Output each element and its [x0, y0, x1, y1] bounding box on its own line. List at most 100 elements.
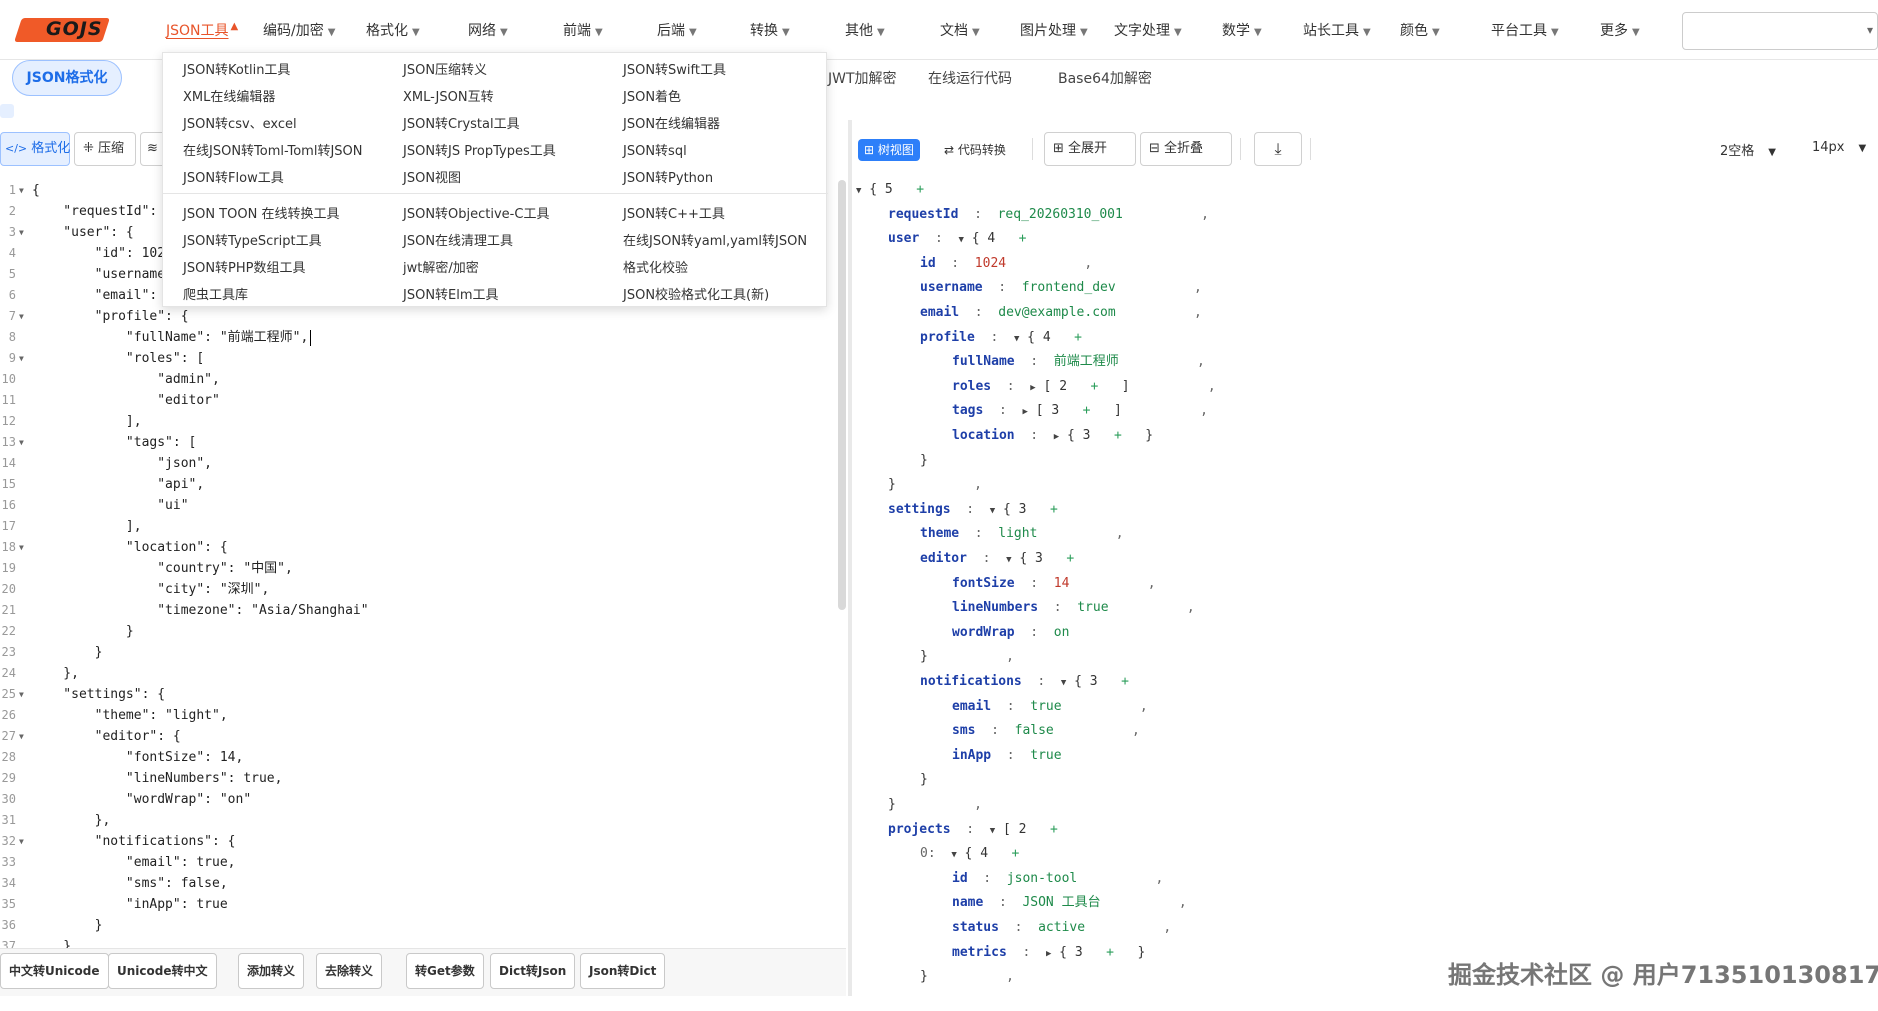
- dropdown-item[interactable]: 爬虫工具库: [183, 284, 248, 303]
- bottom-action-button[interactable]: Json转Dict: [580, 953, 666, 989]
- plus-icon[interactable]: +: [1091, 428, 1122, 443]
- dropdown-item[interactable]: jwt解密/加密: [403, 257, 479, 276]
- bottom-action-button[interactable]: 去除转义: [316, 953, 383, 989]
- nav-item[interactable]: 数学 ▼: [1222, 20, 1262, 40]
- nav-item[interactable]: 文档 ▼: [940, 20, 980, 40]
- bottom-action-button[interactable]: 转Get参数: [406, 953, 484, 989]
- fold-arrow-icon[interactable]: ▼: [19, 684, 24, 705]
- tree-key[interactable]: 0: [920, 846, 928, 861]
- tree-value[interactable]: true: [1077, 600, 1108, 615]
- fold-arrow-icon[interactable]: ▼: [19, 432, 24, 453]
- tree-key[interactable]: projects: [888, 822, 951, 837]
- tree-key[interactable]: email: [920, 305, 959, 320]
- tree-key[interactable]: theme: [920, 526, 959, 541]
- tree-value[interactable]: frontend_dev: [1022, 280, 1116, 295]
- dropdown-item[interactable]: JSON转Elm工具: [403, 284, 499, 303]
- expand-all-button[interactable]: ⊞ 全展开: [1044, 132, 1136, 166]
- tab-run-code[interactable]: 在线运行代码: [928, 68, 1012, 88]
- tree-key[interactable]: notifications: [920, 674, 1022, 689]
- dropdown-item[interactable]: JSON转sql: [623, 140, 687, 159]
- tree-value[interactable]: 前端工程师: [1054, 354, 1119, 369]
- plus-icon[interactable]: +: [1051, 330, 1082, 345]
- tree-value[interactable]: 14: [1054, 576, 1070, 591]
- plus-icon[interactable]: +: [995, 231, 1027, 246]
- tree-key[interactable]: name: [952, 895, 983, 910]
- editor-scrollbar[interactable]: [838, 180, 846, 610]
- plus-icon[interactable]: +: [1083, 945, 1114, 960]
- plus-icon[interactable]: +: [1067, 379, 1098, 394]
- compress-button[interactable]: ⁜ 压缩: [74, 132, 136, 166]
- nav-item[interactable]: 后端 ▼: [657, 20, 697, 40]
- dropdown-item[interactable]: 在线JSON转Toml-Toml转JSON: [183, 140, 363, 159]
- tree-key[interactable]: editor: [920, 551, 967, 566]
- dropdown-item[interactable]: JSON转TypeScript工具: [183, 230, 322, 249]
- tree-key[interactable]: settings: [888, 502, 951, 517]
- tree-value[interactable]: dev@example.com: [998, 305, 1115, 320]
- tree-key[interactable]: fullName: [952, 354, 1015, 369]
- tab-jwt[interactable]: JWT加解密: [828, 68, 897, 88]
- bottom-action-button[interactable]: Dict转Json: [490, 953, 576, 989]
- tree-key[interactable]: location: [952, 428, 1015, 443]
- dropdown-item[interactable]: XML在线编辑器: [183, 86, 275, 105]
- tree-key[interactable]: sms: [952, 723, 975, 738]
- plus-icon[interactable]: +: [1027, 502, 1058, 517]
- tree-value[interactable]: light: [998, 526, 1037, 541]
- nav-item[interactable]: 平台工具 ▼: [1491, 20, 1559, 40]
- fold-arrow-icon[interactable]: ▼: [19, 348, 24, 369]
- tree-value[interactable]: on: [1054, 625, 1070, 640]
- format-button[interactable]: </> 格式化: [0, 132, 70, 166]
- dropdown-item[interactable]: JSON转csv、excel: [183, 113, 297, 132]
- dropdown-item[interactable]: JSON视图: [403, 167, 461, 186]
- dropdown-item[interactable]: JSON压缩转义: [403, 59, 487, 78]
- plus-icon[interactable]: +: [1059, 403, 1091, 418]
- tree-key[interactable]: metrics: [952, 945, 1007, 960]
- dropdown-item[interactable]: JSON转Python: [623, 167, 713, 186]
- tree-key[interactable]: tags: [952, 403, 983, 418]
- dropdown-item[interactable]: JSON转Objective-C工具: [403, 203, 549, 222]
- tree-key[interactable]: fontSize: [952, 576, 1015, 591]
- dropdown-item[interactable]: JSON转Swift工具: [623, 59, 726, 78]
- dropdown-item[interactable]: JSON在线清理工具: [403, 230, 513, 249]
- tree-key[interactable]: inApp: [952, 748, 991, 763]
- dropdown-item[interactable]: JSON TOON 在线转换工具: [183, 203, 339, 222]
- plus-icon[interactable]: +: [1098, 674, 1129, 689]
- tree-key[interactable]: id: [952, 871, 968, 886]
- tree-value[interactable]: true: [1030, 699, 1061, 714]
- download-button[interactable]: ⤓: [1254, 132, 1302, 166]
- nav-item[interactable]: 格式化 ▼: [366, 20, 420, 40]
- nav-item[interactable]: 网络 ▼: [468, 20, 508, 40]
- tree-value[interactable]: JSON 工具台: [1022, 895, 1100, 910]
- plus-icon[interactable]: +: [1027, 822, 1058, 837]
- tree-value[interactable]: 1024: [975, 256, 1006, 271]
- fold-arrow-icon[interactable]: ▼: [19, 537, 24, 558]
- nav-item[interactable]: 图片处理 ▼: [1020, 20, 1088, 40]
- dropdown-item[interactable]: 格式化校验: [623, 257, 688, 276]
- tree-key[interactable]: id: [920, 256, 936, 271]
- tab-code-convert[interactable]: ⇄ 代码转换: [938, 139, 1012, 161]
- dropdown-item[interactable]: JSON转JS PropTypes工具: [403, 140, 556, 159]
- pane-splitter[interactable]: [848, 120, 852, 996]
- nav-item[interactable]: 站长工具 ▼: [1303, 20, 1371, 40]
- nav-item[interactable]: 更多 ▼: [1600, 20, 1640, 40]
- tree-key[interactable]: status: [952, 920, 999, 935]
- tab-json-format[interactable]: JSON格式化: [12, 60, 122, 96]
- dropdown-item[interactable]: XML-JSON互转: [403, 86, 494, 105]
- dropdown-item[interactable]: JSON转Flow工具: [183, 167, 284, 186]
- nav-item[interactable]: 转换 ▼: [750, 20, 790, 40]
- tree-value[interactable]: true: [1030, 748, 1061, 763]
- fold-arrow-icon[interactable]: ▼: [19, 306, 24, 327]
- nav-item[interactable]: 文字处理 ▼: [1114, 20, 1182, 40]
- tree-value[interactable]: json-tool: [1007, 871, 1077, 886]
- dropdown-item[interactable]: JSON转Crystal工具: [403, 113, 520, 132]
- tree-value[interactable]: req_20260310_001: [998, 207, 1123, 222]
- bottom-action-button[interactable]: 添加转义: [238, 953, 305, 989]
- font-size-select[interactable]: 14px ▼: [1812, 140, 1866, 155]
- tab-tree-view[interactable]: ⊞ 树视图: [858, 139, 920, 161]
- dropdown-item[interactable]: 在线JSON转yaml,yaml转JSON: [623, 230, 807, 249]
- bottom-action-button[interactable]: Unicode转中文: [108, 953, 217, 989]
- fold-arrow-icon[interactable]: ▼: [19, 222, 24, 243]
- tree-value[interactable]: active: [1038, 920, 1085, 935]
- nav-item[interactable]: 编码/加密 ▼: [263, 20, 335, 40]
- dropdown-item[interactable]: JSON转PHP数组工具: [183, 257, 306, 276]
- fold-arrow-icon[interactable]: ▼: [19, 726, 24, 747]
